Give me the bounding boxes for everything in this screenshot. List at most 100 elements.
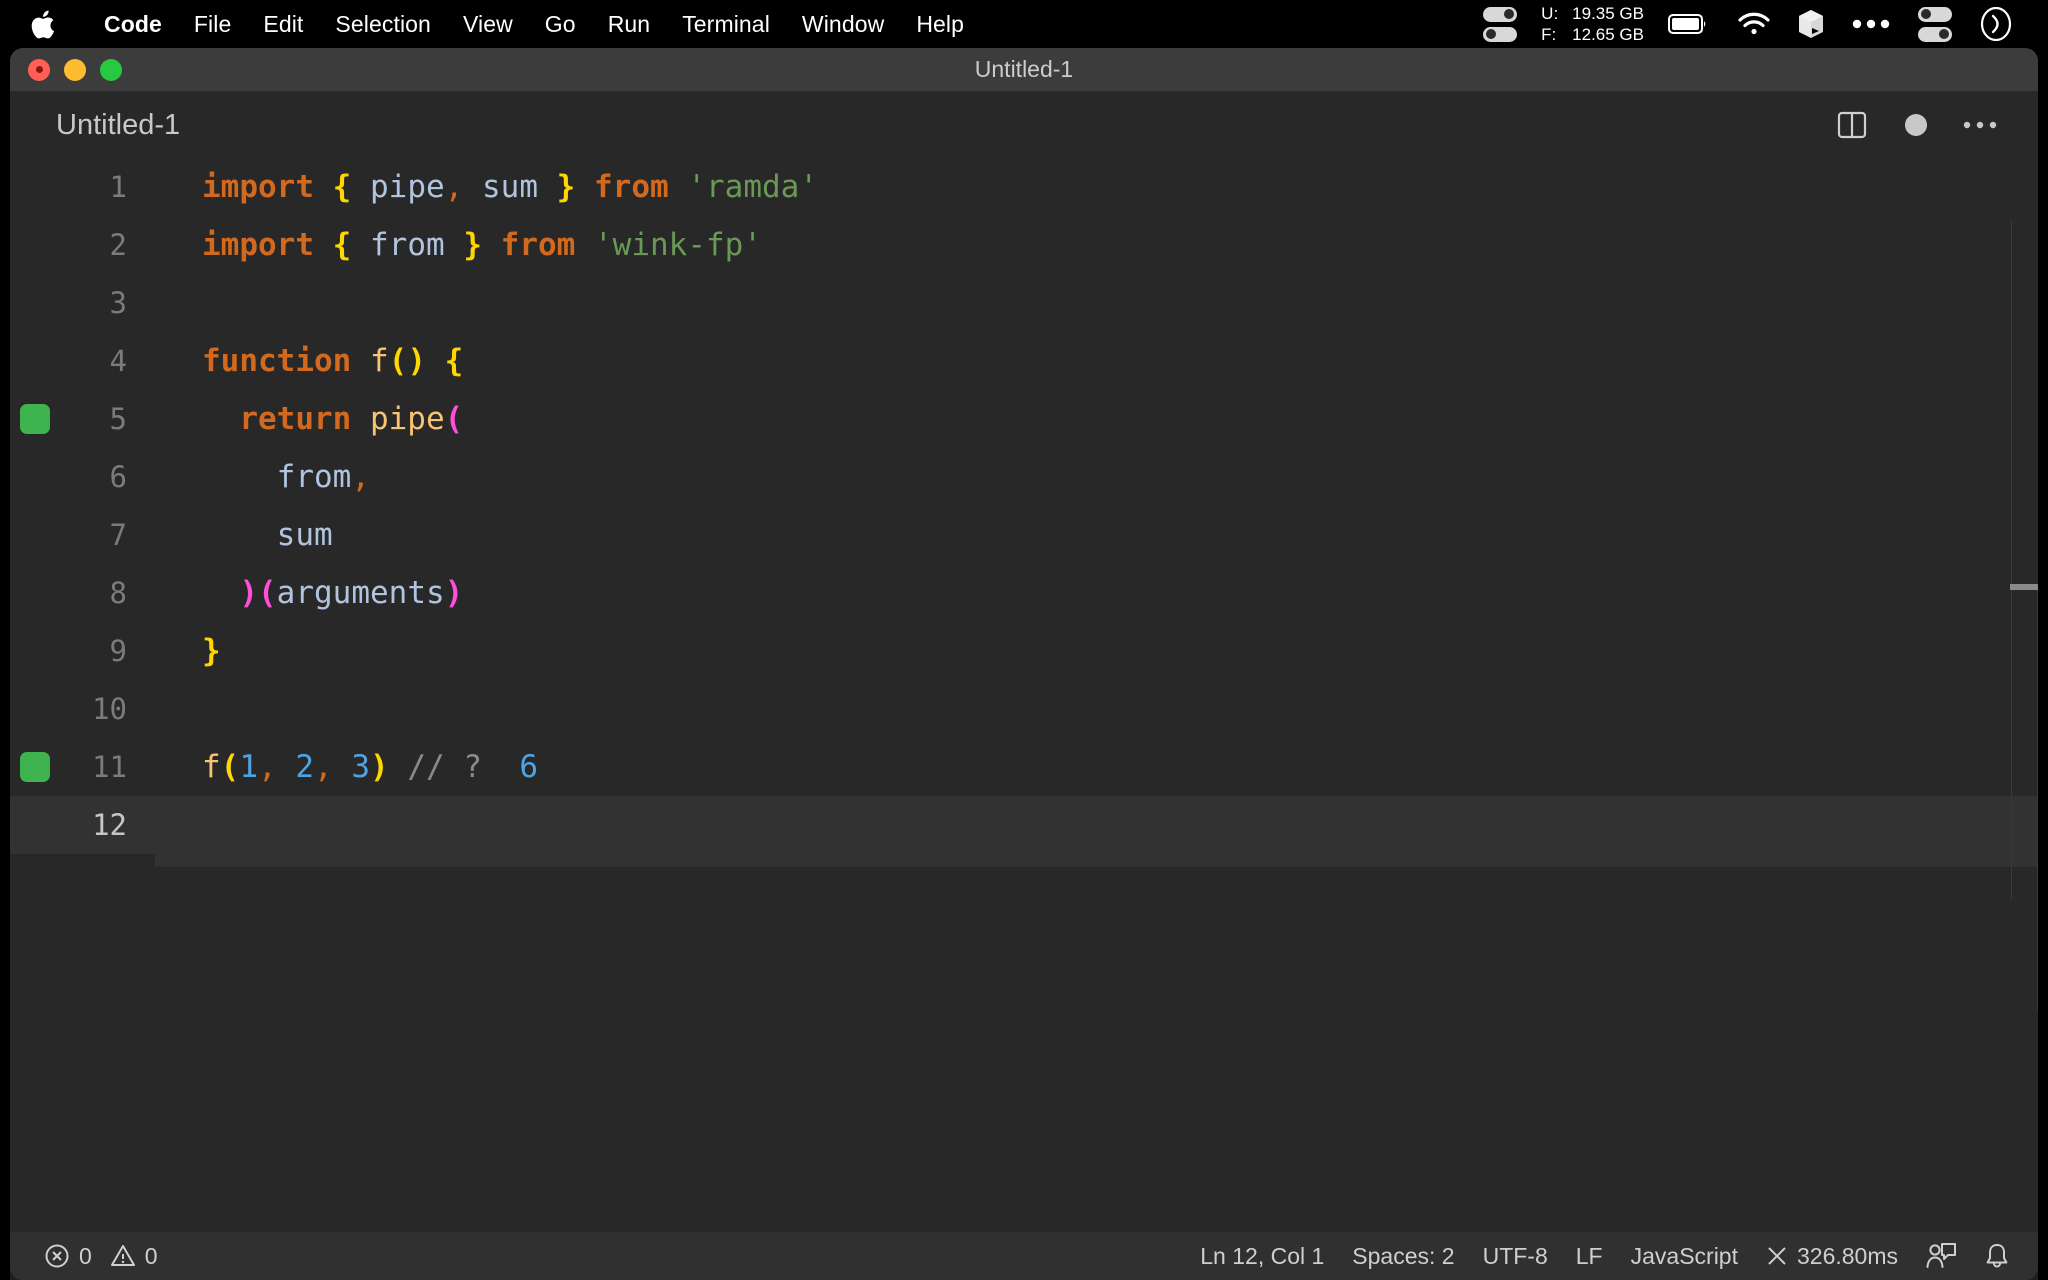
menu-item-file[interactable]: File xyxy=(178,11,247,38)
cube-app-icon[interactable] xyxy=(1784,0,1838,48)
code-line-content[interactable]: f(1, 2, 3) // ? 6 xyxy=(155,738,2038,796)
eol-status[interactable]: LF xyxy=(1562,1232,1617,1280)
bell-icon[interactable] xyxy=(1970,1232,2024,1280)
error-circle-icon xyxy=(44,1243,70,1269)
menu-item-go[interactable]: Go xyxy=(529,11,592,38)
cursor-position-status[interactable]: Ln 12, Col 1 xyxy=(1186,1232,1338,1280)
memory-used-label: U: xyxy=(1541,4,1559,23)
code-token: , xyxy=(444,169,464,205)
code-line-content[interactable]: import { pipe, sum } from 'ramda' xyxy=(155,158,2038,216)
close-x-icon xyxy=(1766,1245,1788,1267)
minimize-window-button[interactable] xyxy=(64,58,86,81)
code-editor[interactable]: 1 import { pipe, sum } from 'ramda' 2 impor… xyxy=(10,158,2038,1232)
code-line-content[interactable]: sum xyxy=(155,506,2038,564)
menu-item-run[interactable]: Run xyxy=(592,11,667,38)
menu-item-window[interactable]: Window xyxy=(786,11,900,38)
code-token: 'wink-fp' xyxy=(594,227,762,263)
marker-square xyxy=(20,404,50,434)
feedback-person-icon[interactable] xyxy=(1912,1232,1970,1280)
code-line[interactable]: 2 import { from } from 'wink-fp' xyxy=(10,216,2038,274)
code-line[interactable]: 9} xyxy=(10,622,2038,680)
code-line-content[interactable]: from, xyxy=(155,448,2038,506)
menu-item-view[interactable]: View xyxy=(447,11,529,38)
code-token: ) xyxy=(370,749,389,785)
code-line[interactable]: 7 sum xyxy=(10,506,2038,564)
code-token: 1 xyxy=(239,749,259,785)
code-token: sum xyxy=(276,517,333,553)
problems-status[interactable]: 0 0 xyxy=(30,1232,172,1280)
menu-item-selection[interactable]: Selection xyxy=(319,11,447,38)
menu-item-code[interactable]: Code xyxy=(88,11,178,38)
wifi-icon[interactable] xyxy=(1724,0,1784,48)
vscode-window: Untitled-1 Untitled-1 1 import {pipe, s… xyxy=(10,48,2038,1280)
menu-item-terminal[interactable]: Terminal xyxy=(666,11,786,38)
code-line-content[interactable]: return pipe( xyxy=(155,390,2038,448)
code-line-content[interactable]: function f() { xyxy=(155,332,2038,390)
code-token: , xyxy=(314,749,333,785)
split-editor-icon[interactable] xyxy=(1820,100,1884,150)
code-line-content[interactable]: import { from } from 'wink-fp' xyxy=(155,216,2038,274)
close-window-button[interactable] xyxy=(28,58,50,81)
code-line-content[interactable]: } xyxy=(155,622,2038,680)
code-token: import xyxy=(202,227,314,263)
quokka-live-marker-icon xyxy=(10,738,60,796)
code-token: () xyxy=(388,343,426,379)
code-token: pipe xyxy=(369,401,445,437)
quokka-runtime-status[interactable]: 326.80ms xyxy=(1752,1232,1912,1280)
code-token: import xyxy=(202,169,314,205)
code-token: 3 xyxy=(351,749,371,785)
code-line[interactable]: 1 import { pipe, sum } from 'ramda' xyxy=(10,158,2038,216)
memory-free-label: F: xyxy=(1541,25,1557,44)
ellipsis-icon[interactable] xyxy=(1838,0,1904,48)
encoding-status[interactable]: UTF-8 xyxy=(1469,1232,1562,1280)
battery-icon[interactable] xyxy=(1654,0,1724,48)
apple-logo-icon[interactable] xyxy=(28,7,62,41)
zoom-window-button[interactable] xyxy=(100,58,122,81)
menu-item-edit[interactable]: Edit xyxy=(247,11,319,38)
code-line[interactable]: 6 from, xyxy=(10,448,2038,506)
line-number: 10 xyxy=(92,692,127,726)
warning-triangle-icon xyxy=(110,1243,136,1269)
code-lines[interactable]: 1 import { pipe, sum } from 'ramda' 2 impor… xyxy=(10,158,2038,1232)
memory-used-value: 19.35 GB xyxy=(1572,4,1644,23)
indentation-status[interactable]: Spaces: 2 xyxy=(1338,1232,1468,1280)
line-number: 9 xyxy=(109,634,127,668)
code-line[interactable]: 10 xyxy=(10,680,2038,738)
memory-stats[interactable]: U: 19.35 GB F: 12.65 GB xyxy=(1531,3,1654,45)
editor-scrollbar[interactable] xyxy=(2010,158,2038,1232)
toggle-switches-icon[interactable] xyxy=(1469,0,1531,48)
language-mode-status[interactable]: JavaScript xyxy=(1617,1232,1752,1280)
overview-cursor-marker xyxy=(2010,584,2038,590)
code-line[interactable]: 12 xyxy=(10,796,2038,867)
line-number: 4 xyxy=(109,344,127,378)
code-line[interactable]: 3 xyxy=(10,274,2038,332)
code-token: from xyxy=(500,227,576,263)
code-line-content[interactable]: )(arguments) xyxy=(155,564,2038,622)
code-line[interactable]: 11 f(1, 2, 3) // ? 6 xyxy=(10,738,2038,796)
menubar-items: Code File Edit Selection View Go Run Ter… xyxy=(0,7,980,41)
control-center-icon[interactable] xyxy=(1904,0,1966,48)
code-token: from xyxy=(276,459,352,495)
minimap-slider[interactable] xyxy=(2011,220,2038,900)
tab-untitled-1[interactable]: Untitled-1 xyxy=(56,109,180,142)
code-line[interactable]: 8 )(arguments) xyxy=(10,564,2038,622)
code-token: ( xyxy=(444,401,464,437)
unsaved-dot-icon[interactable] xyxy=(1884,100,1948,150)
siri-icon[interactable] xyxy=(1966,0,2026,48)
quokka-live-marker-icon xyxy=(10,390,60,448)
code-line[interactable]: 5 return pipe( xyxy=(10,390,2038,448)
menu-item-help[interactable]: Help xyxy=(900,11,980,38)
more-actions-icon[interactable] xyxy=(1948,100,2012,150)
status-bar-right: Ln 12, Col 1 Spaces: 2 UTF-8 LF JavaScri… xyxy=(1186,1232,2024,1280)
code-line[interactable]: 4 function f() { xyxy=(10,332,2038,390)
